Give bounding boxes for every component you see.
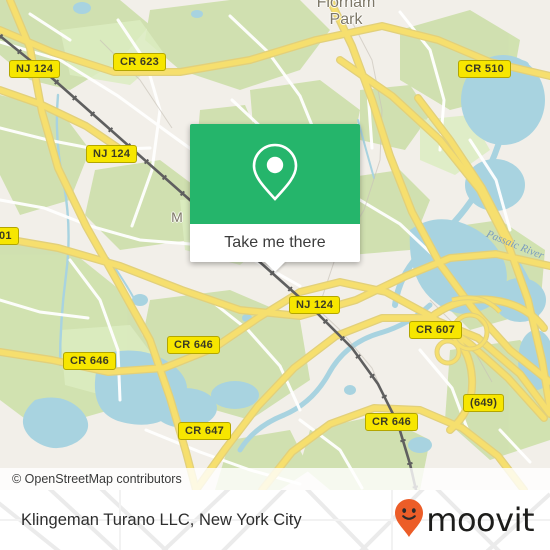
- take-me-there-label: Take me there: [224, 234, 326, 251]
- shield-nj-124-w[interactable]: NJ 124: [86, 145, 138, 163]
- shield-cr-646-c[interactable]: CR 646: [167, 336, 221, 354]
- place-label-madison-partial: M: [171, 209, 183, 225]
- shield-cr-646-s[interactable]: CR 646: [365, 413, 419, 431]
- shield-cr-510[interactable]: CR 510: [458, 60, 512, 78]
- place-label-line-2: Park: [329, 11, 363, 28]
- shield-nj-124-nw[interactable]: NJ 124: [9, 60, 61, 78]
- place-label-line-1: Florham: [316, 0, 376, 11]
- shield-cr-607[interactable]: CR 607: [409, 321, 463, 339]
- shield-nj-124-s[interactable]: NJ 124: [289, 296, 341, 314]
- footer-bar: Klingeman Turano LLC, New York City moov…: [0, 490, 550, 550]
- shield-cr-623[interactable]: CR 623: [113, 53, 167, 71]
- shield-cr-646-w[interactable]: CR 646: [63, 352, 117, 370]
- attribution-text[interactable]: © OpenStreetMap contributors: [12, 472, 182, 486]
- moovit-pin-smiley-icon: [394, 498, 424, 543]
- moovit-wordmark: moovit: [426, 501, 534, 539]
- shield-649[interactable]: (649): [463, 394, 505, 412]
- map-screenshot-root: Florham Park M Passaic River NJ 124 CR 6…: [0, 0, 550, 550]
- popup-header: [190, 124, 360, 224]
- place-label-florham-park: Florham Park: [306, 0, 386, 28]
- map-canvas[interactable]: Florham Park M Passaic River NJ 124 CR 6…: [0, 0, 550, 490]
- location-title: Klingeman Turano LLC, New York City: [21, 510, 302, 529]
- moovit-brand[interactable]: moovit: [394, 490, 534, 550]
- shield-cr-647[interactable]: CR 647: [178, 422, 232, 440]
- shield-201-clip[interactable]: 01: [0, 227, 19, 245]
- map-popup[interactable]: Take me there: [190, 124, 360, 272]
- map-pin-icon: [249, 141, 301, 208]
- popup-tail: [264, 261, 286, 272]
- map-attribution-bar: © OpenStreetMap contributors: [0, 468, 550, 490]
- popup-action-bar[interactable]: Take me there: [190, 224, 360, 262]
